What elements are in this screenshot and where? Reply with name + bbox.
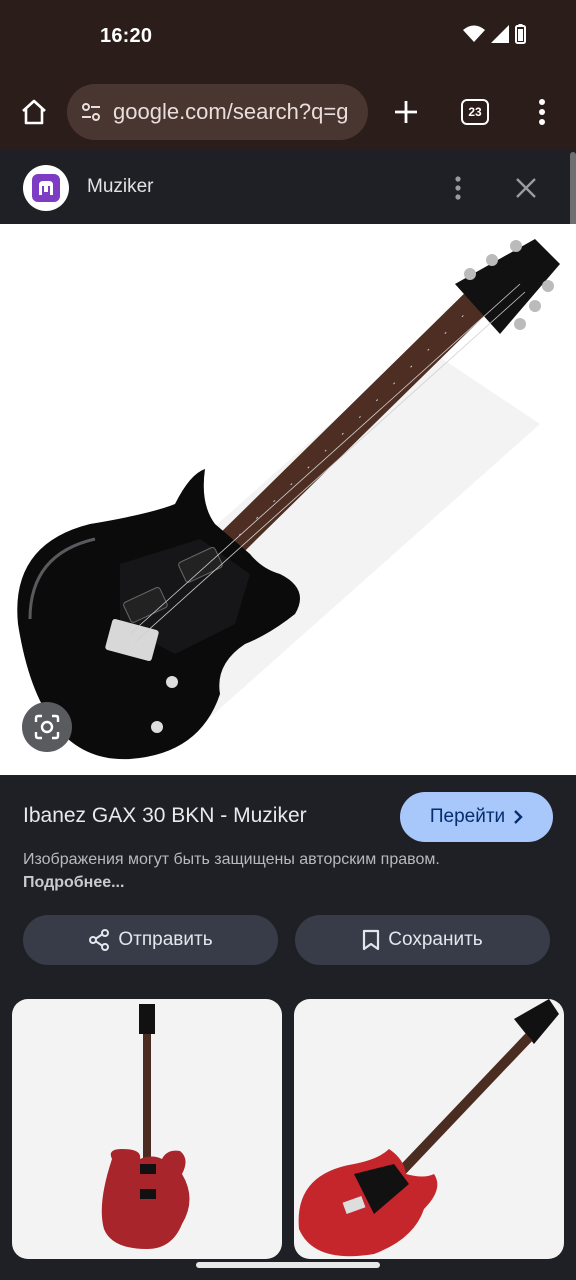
more-vert-icon bbox=[455, 176, 461, 200]
more-vert-icon bbox=[539, 99, 545, 125]
chevron-right-icon bbox=[514, 810, 523, 824]
wifi-icon bbox=[463, 25, 485, 42]
tune-icon[interactable] bbox=[79, 100, 103, 124]
learn-more-link[interactable]: Подробнее... bbox=[23, 874, 124, 891]
share-icon bbox=[89, 929, 110, 951]
muziker-logo-icon bbox=[39, 181, 53, 195]
browser-chrome: 16:20 google.com/search?q=g 23 bbox=[0, 0, 576, 150]
home-icon bbox=[22, 99, 46, 125]
copyright-text: Изображения могут быть защищены авторски… bbox=[23, 851, 440, 868]
guitar-red-image bbox=[101, 1004, 190, 1249]
related-image-card[interactable] bbox=[294, 999, 564, 1259]
gesture-nav-handle[interactable] bbox=[196, 1262, 380, 1268]
url-text[interactable]: google.com/search?q=g bbox=[113, 99, 348, 125]
bookmark-icon bbox=[363, 929, 380, 951]
source-more-button[interactable] bbox=[446, 174, 470, 202]
source-logo bbox=[23, 165, 69, 211]
copyright-notice: Изображения могут быть защищены авторски… bbox=[23, 848, 443, 894]
browser-menu-button[interactable] bbox=[528, 92, 556, 132]
related-image-card[interactable] bbox=[12, 999, 282, 1259]
plus-icon bbox=[395, 101, 417, 123]
signal-icon bbox=[491, 25, 509, 43]
save-button[interactable]: Сохранить bbox=[295, 915, 550, 965]
source-name[interactable]: Muziker bbox=[87, 176, 154, 198]
battery-icon bbox=[515, 24, 526, 44]
result-title[interactable]: Ibanez GAX 30 BKN - Muziker bbox=[23, 804, 307, 828]
share-button-label: Отправить bbox=[118, 929, 213, 950]
share-button[interactable]: Отправить bbox=[23, 915, 278, 965]
guitar-red-angled-image bbox=[298, 999, 559, 1257]
new-tab-button[interactable] bbox=[386, 92, 426, 132]
tab-switcher-button[interactable]: 23 bbox=[461, 99, 489, 125]
google-lens-button[interactable] bbox=[22, 702, 72, 752]
address-bar[interactable]: google.com/search?q=g bbox=[67, 84, 368, 140]
source-header: Muziker bbox=[0, 152, 576, 224]
visit-button[interactable]: Перейти bbox=[400, 792, 553, 842]
browser-toolbar: google.com/search?q=g 23 bbox=[0, 82, 576, 142]
visit-button-label: Перейти bbox=[429, 806, 506, 827]
status-icons bbox=[463, 24, 526, 44]
guitar-black-image bbox=[17, 239, 560, 760]
close-icon bbox=[516, 178, 536, 198]
home-button[interactable] bbox=[14, 92, 54, 132]
lens-icon bbox=[34, 714, 60, 740]
close-button[interactable] bbox=[512, 174, 540, 202]
save-button-label: Сохранить bbox=[388, 929, 483, 950]
image-viewer-page: 16:20 google.com/search?q=g 23 Muziker I… bbox=[0, 0, 576, 1280]
product-image[interactable] bbox=[0, 224, 576, 775]
status-time: 16:20 bbox=[100, 25, 153, 47]
